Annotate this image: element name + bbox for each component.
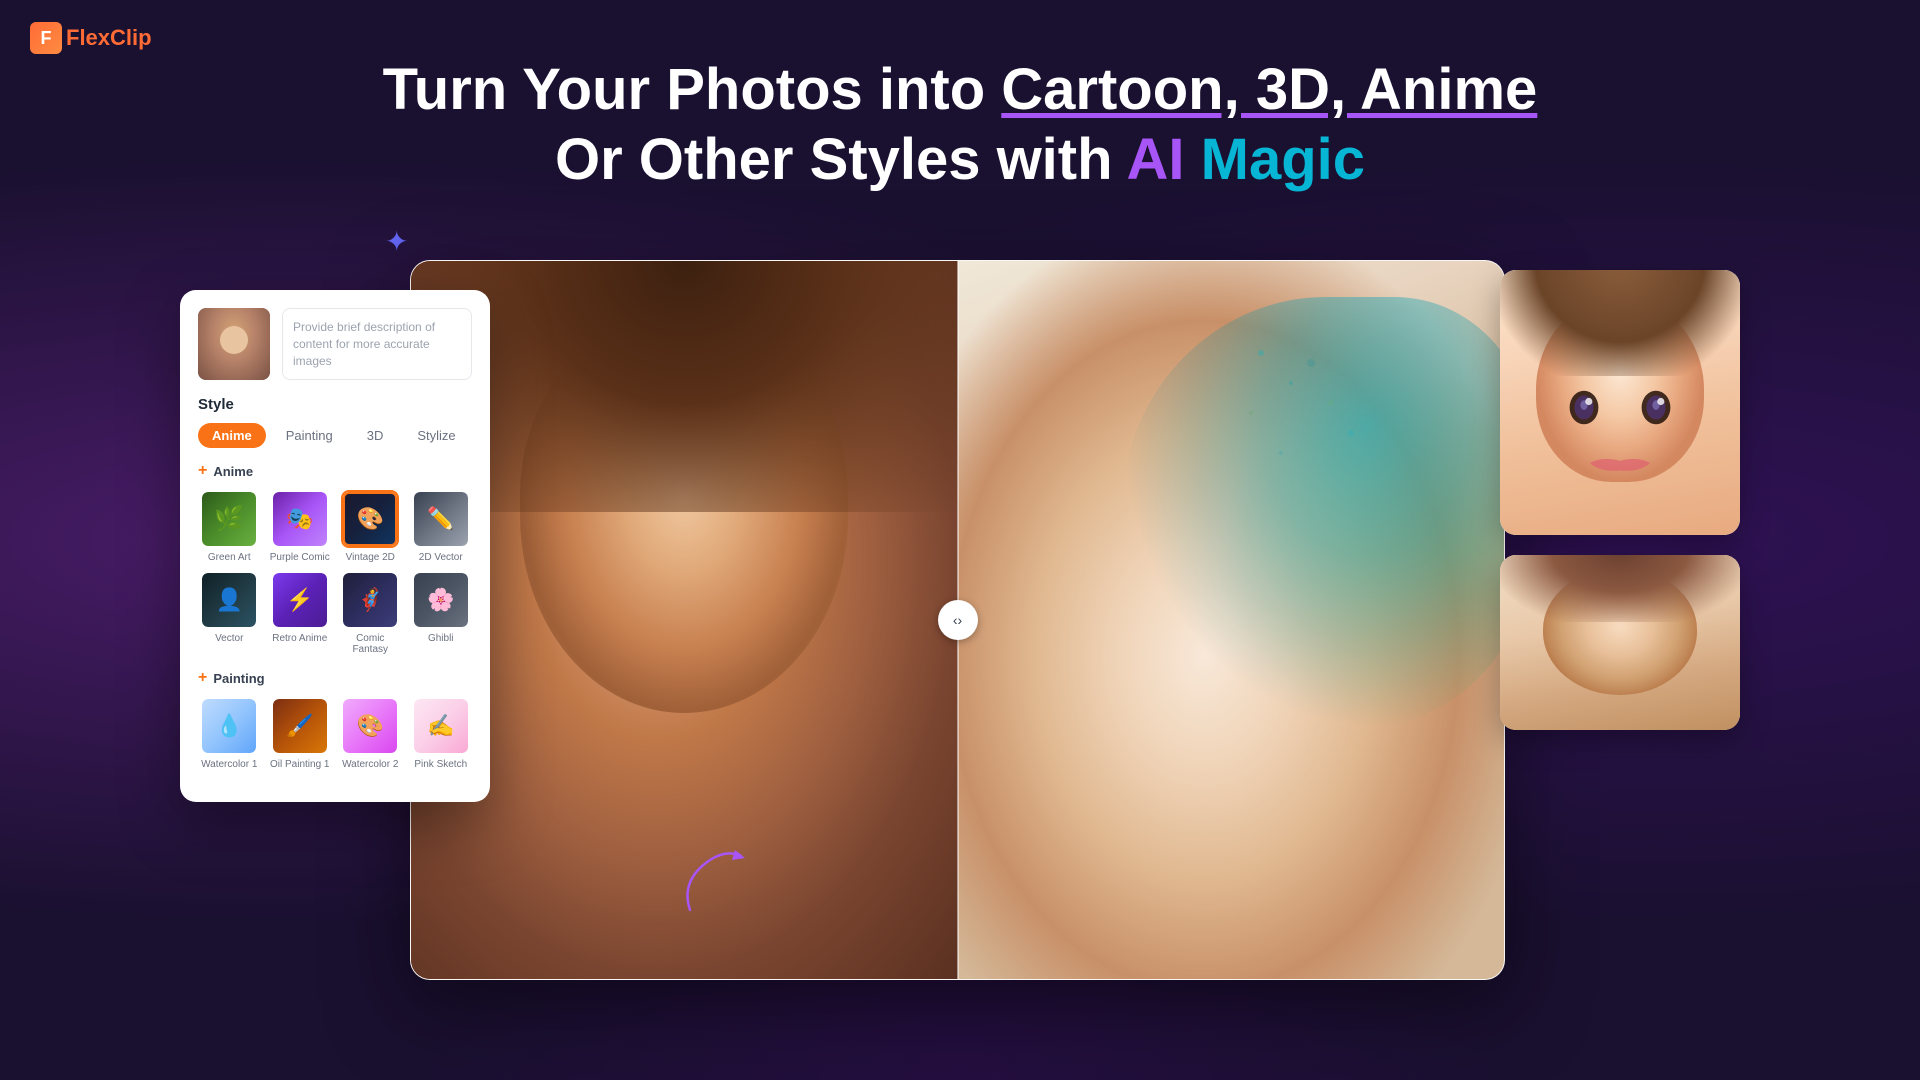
- user-photo[interactable]: [198, 308, 270, 380]
- sparkle-icon: ✦: [385, 225, 408, 258]
- style-item-oil-painting1[interactable]: Oil Painting 1: [269, 697, 332, 770]
- style-name-green-art: Green Art: [208, 552, 251, 563]
- preview-card-realistic: [1500, 555, 1740, 730]
- thumb-2d-vector: [414, 492, 468, 546]
- thumb-retro-anime: [273, 573, 327, 627]
- anime-hair: [1500, 270, 1740, 376]
- preview-img-realistic: [1500, 555, 1740, 730]
- style-name-purple-comic: Purple Comic: [270, 552, 330, 563]
- preview-panels: [1500, 260, 1740, 730]
- style-item-watercolor2[interactable]: Watercolor 2: [339, 697, 402, 770]
- watercolor-dots-svg: [1231, 333, 1477, 728]
- style-item-2d-vector[interactable]: 2D Vector: [410, 490, 473, 563]
- painting-section-label: + Painting: [198, 669, 472, 687]
- thumb-green-art: [202, 492, 256, 546]
- upload-area: Provide brief description of content for…: [198, 308, 472, 380]
- style-item-vector[interactable]: Vector: [198, 571, 261, 655]
- style-panel: Provide brief description of content for…: [180, 290, 490, 802]
- anime-section-label: + Anime: [198, 462, 472, 480]
- style-name-watercolor1: Watercolor 1: [201, 759, 257, 770]
- header-cartoon-3d-anime: Cartoon, 3D, Anime: [1001, 57, 1537, 122]
- style-item-green-art[interactable]: Green Art: [198, 490, 261, 563]
- arrow-decoration: [670, 840, 760, 935]
- thumb-watercolor2: [343, 699, 397, 753]
- style-name-ghibli: Ghibli: [428, 633, 454, 644]
- style-name-oil-painting1: Oil Painting 1: [270, 759, 329, 770]
- header-ai: AI: [1127, 127, 1185, 192]
- style-name-pink-sketch: Pink Sketch: [414, 759, 467, 770]
- style-tabs: Anime Painting 3D Stylize: [198, 423, 472, 448]
- tab-stylize[interactable]: Stylize: [403, 423, 469, 448]
- user-photo-inner: [198, 308, 270, 380]
- style-name-comic-fantasy: Comic Fantasy: [339, 633, 402, 655]
- header: Turn Your Photos into Cartoon, 3D, Anime…: [0, 55, 1920, 194]
- tab-3d[interactable]: 3D: [353, 423, 398, 448]
- canvas-right-styled: [958, 261, 1505, 979]
- tab-painting[interactable]: Painting: [272, 423, 347, 448]
- slider-arrows: ‹›: [953, 612, 962, 628]
- preview-img-anime: [1500, 270, 1740, 535]
- thumb-vector: [202, 573, 256, 627]
- logo-text: FlexClip: [66, 25, 152, 51]
- thumb-ghibli: [414, 573, 468, 627]
- style-item-pink-sketch[interactable]: Pink Sketch: [410, 697, 473, 770]
- style-item-watercolor1[interactable]: Watercolor 1: [198, 697, 261, 770]
- style-name-retro-anime: Retro Anime: [272, 633, 327, 644]
- style-item-purple-comic[interactable]: Purple Comic: [269, 490, 332, 563]
- anime-lips-svg: [1584, 450, 1656, 477]
- preview-card-anime: [1500, 270, 1740, 535]
- style-item-vintage-2d[interactable]: Vintage 2D: [339, 490, 402, 563]
- painting-plus-icon: +: [198, 669, 207, 687]
- header-line2: Or Other Styles with AI Magic: [0, 125, 1920, 195]
- thumb-oil-painting1: [273, 699, 327, 753]
- style-section-label: Style: [198, 396, 472, 413]
- style-name-2d-vector: 2D Vector: [419, 552, 463, 563]
- realistic-hair: [1500, 555, 1740, 622]
- panel-container: Provide brief description of content for…: [180, 260, 1740, 1030]
- slider-handle[interactable]: ‹›: [938, 600, 978, 640]
- thumb-purple-comic: [273, 492, 327, 546]
- main-canvas: ‹›: [410, 260, 1505, 980]
- description-input[interactable]: Provide brief description of content for…: [282, 308, 472, 380]
- header-magic: Magic: [1201, 127, 1365, 192]
- logo[interactable]: F FlexClip: [30, 22, 152, 54]
- thumb-comic-fantasy: [343, 573, 397, 627]
- tab-anime[interactable]: Anime: [198, 423, 266, 448]
- header-line1: Turn Your Photos into Cartoon, 3D, Anime: [0, 55, 1920, 125]
- style-name-vector: Vector: [215, 633, 243, 644]
- anime-grid: Green Art Purple Comic Vintage 2D 2D Vec…: [198, 490, 472, 655]
- style-name-vintage-2d: Vintage 2D: [346, 552, 395, 563]
- style-item-comic-fantasy[interactable]: Comic Fantasy: [339, 571, 402, 655]
- style-item-retro-anime[interactable]: Retro Anime: [269, 571, 332, 655]
- thumb-vintage-2d: [343, 492, 397, 546]
- style-name-watercolor2: Watercolor 2: [342, 759, 398, 770]
- logo-icon: F: [30, 22, 62, 54]
- painting-grid: Watercolor 1 Oil Painting 1 Watercolor 2…: [198, 697, 472, 770]
- thumb-watercolor1: [202, 699, 256, 753]
- anime-plus-icon: +: [198, 462, 207, 480]
- style-item-ghibli[interactable]: Ghibli: [410, 571, 473, 655]
- anime-eyes-svg: [1548, 381, 1692, 434]
- thumb-pink-sketch: [414, 699, 468, 753]
